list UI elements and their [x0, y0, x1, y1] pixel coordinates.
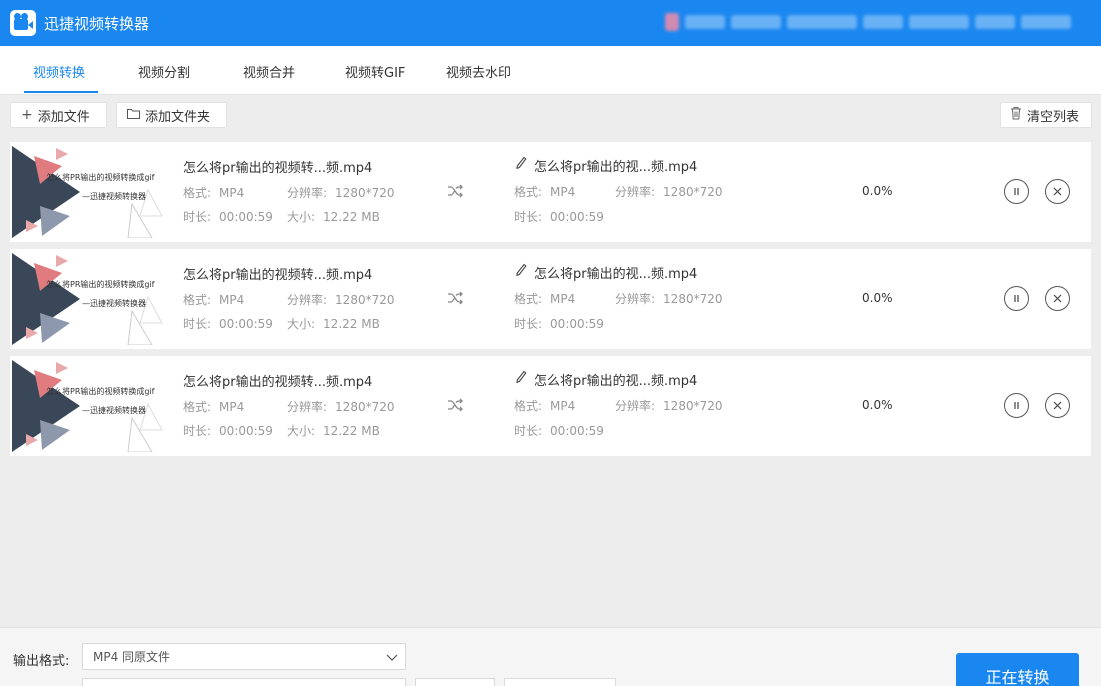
thumbnail-caption: 怎么将PR输出的视频转换成gif	[46, 387, 155, 396]
source-file-name: 怎么将pr输出的视频转...频.mp4	[183, 268, 373, 283]
source-format: 格式: MP4	[183, 186, 245, 200]
blurred-user-area	[665, 12, 1090, 32]
source-size: 大小: 12.22 MB	[287, 210, 380, 224]
clear-list-label: 清空列表	[1027, 109, 1080, 125]
active-tab-indicator	[24, 91, 98, 93]
tab-video-merge[interactable]: 视频合并	[243, 62, 295, 81]
video-thumbnail: 怎么将PR输出的视频转换成gif —迅捷视频转换器	[12, 146, 172, 238]
output-duration: 时长: 00:00:59	[514, 210, 604, 224]
add-folder-button[interactable]: 添加文件夹	[116, 102, 227, 128]
output-settings-panel: 输出格式: MP4 同原文件 正在转换	[0, 627, 1101, 686]
edit-name-icon[interactable]	[515, 369, 527, 384]
source-resolution: 分辨率: 1280*720	[287, 293, 395, 307]
source-resolution: 分辨率: 1280*720	[287, 400, 395, 414]
tab-video-split[interactable]: 视频分割	[138, 62, 190, 81]
video-thumbnail: 怎么将PR输出的视频转换成gif —迅捷视频转换器	[12, 253, 172, 345]
clear-list-button[interactable]: 清空列表	[1000, 102, 1092, 128]
app-logo-icon	[10, 10, 36, 36]
start-convert-button[interactable]: 正在转换	[956, 653, 1079, 686]
shuffle-icon	[446, 289, 464, 307]
output-duration: 时长: 00:00:59	[514, 317, 604, 331]
edit-name-icon[interactable]	[515, 155, 527, 170]
pause-button[interactable]	[1004, 179, 1029, 204]
file-row: 怎么将PR输出的视频转换成gif —迅捷视频转换器 怎么将pr输出的视频转...…	[10, 249, 1091, 349]
remove-file-button[interactable]	[1045, 286, 1070, 311]
shuffle-icon	[446, 182, 464, 200]
output-folder-field[interactable]	[82, 678, 406, 686]
add-file-button[interactable]: + 添加文件	[10, 102, 107, 128]
file-row: 怎么将PR输出的视频转换成gif —迅捷视频转换器 怎么将pr输出的视频转...…	[10, 356, 1091, 456]
shuffle-icon	[446, 396, 464, 414]
close-icon	[1053, 187, 1062, 196]
tab-bar: 视频转换 视频分割 视频合并 视频转GIF 视频去水印	[0, 46, 1101, 95]
output-resolution: 分辨率: 1280*720	[615, 185, 723, 199]
conversion-progress: 0.0%	[862, 184, 893, 198]
output-format: 格式: MP4	[514, 185, 576, 199]
thumbnail-subcaption: —迅捷视频转换器	[82, 299, 146, 308]
trash-icon	[1010, 106, 1022, 124]
remove-file-button[interactable]	[1045, 393, 1070, 418]
title-bar: 迅捷视频转换器	[0, 0, 1101, 46]
pause-button[interactable]	[1004, 393, 1029, 418]
tab-video-convert[interactable]: 视频转换	[33, 62, 85, 81]
close-icon	[1053, 294, 1062, 303]
edit-name-icon[interactable]	[515, 262, 527, 277]
output-resolution: 分辨率: 1280*720	[615, 292, 723, 306]
output-format-value: MP4 同原文件	[93, 650, 171, 664]
source-format: 格式: MP4	[183, 400, 245, 414]
thumbnail-subcaption: —迅捷视频转换器	[82, 406, 146, 415]
file-row: 怎么将PR输出的视频转换成gif —迅捷视频转换器 怎么将pr输出的视频转...…	[10, 142, 1091, 242]
open-folder-button[interactable]	[504, 678, 616, 686]
thumbnail-subcaption: —迅捷视频转换器	[82, 192, 146, 201]
close-icon	[1053, 401, 1062, 410]
pause-icon	[1014, 402, 1019, 409]
thumbnail-caption: 怎么将PR输出的视频转换成gif	[46, 280, 155, 289]
folder-icon	[127, 107, 140, 123]
pause-icon	[1014, 295, 1019, 302]
source-size: 大小: 12.22 MB	[287, 424, 380, 438]
output-resolution: 分辨率: 1280*720	[615, 399, 723, 413]
remove-file-button[interactable]	[1045, 179, 1070, 204]
thumbnail-caption: 怎么将PR输出的视频转换成gif	[46, 173, 155, 182]
output-file-name: 怎么将pr输出的视...频.mp4	[534, 267, 698, 282]
output-format-select[interactable]: MP4 同原文件	[82, 643, 406, 670]
output-duration: 时长: 00:00:59	[514, 424, 604, 438]
source-format: 格式: MP4	[183, 293, 245, 307]
source-file-name: 怎么将pr输出的视频转...频.mp4	[183, 375, 373, 390]
output-format-label: 输出格式:	[13, 654, 70, 669]
output-file-name: 怎么将pr输出的视...频.mp4	[534, 160, 698, 175]
source-size: 大小: 12.22 MB	[287, 317, 380, 331]
conversion-progress: 0.0%	[862, 291, 893, 305]
source-duration: 时长: 00:00:59	[183, 210, 273, 224]
output-format: 格式: MP4	[514, 292, 576, 306]
source-duration: 时长: 00:00:59	[183, 424, 273, 438]
source-resolution: 分辨率: 1280*720	[287, 186, 395, 200]
chevron-down-icon	[385, 650, 399, 664]
output-format: 格式: MP4	[514, 399, 576, 413]
video-thumbnail: 怎么将PR输出的视频转换成gif —迅捷视频转换器	[12, 360, 172, 452]
pause-button[interactable]	[1004, 286, 1029, 311]
pause-icon	[1014, 188, 1019, 195]
source-file-name: 怎么将pr输出的视频转...频.mp4	[183, 161, 373, 176]
output-file-name: 怎么将pr输出的视...频.mp4	[534, 374, 698, 389]
source-duration: 时长: 00:00:59	[183, 317, 273, 331]
add-file-label: 添加文件	[37, 109, 90, 125]
change-folder-button[interactable]	[415, 678, 495, 686]
plus-icon: +	[21, 107, 33, 123]
add-folder-label: 添加文件夹	[145, 109, 211, 125]
tab-remove-watermark[interactable]: 视频去水印	[446, 62, 511, 81]
app-title: 迅捷视频转换器	[44, 14, 150, 33]
conversion-progress: 0.0%	[862, 398, 893, 412]
tab-video-to-gif[interactable]: 视频转GIF	[345, 62, 405, 81]
